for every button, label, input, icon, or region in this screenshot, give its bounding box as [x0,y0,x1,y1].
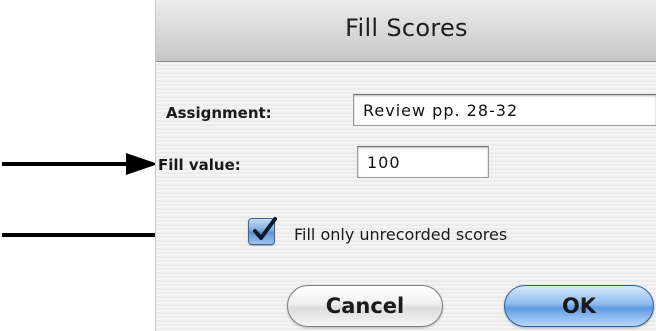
assignment-field[interactable] [353,94,656,126]
dialog-titlebar[interactable]: Fill Scores [156,0,656,62]
fill-value-field[interactable] [357,146,489,178]
fill-scores-dialog: Fill Scores Assignment: Fill value: Fill… [155,0,656,331]
fill-value-label: Fill value: [158,156,241,174]
assignment-label: Assignment: [166,104,272,122]
cancel-button[interactable]: Cancel [287,285,443,327]
fill-unrecorded-checkbox[interactable] [248,217,277,245]
fill-unrecorded-label[interactable]: Fill only unrecorded scores [294,225,507,244]
screenshot: Fill Scores Assignment: Fill value: Fill… [0,0,656,331]
ok-button[interactable]: OK [504,285,654,327]
right-arrow-icon [2,153,158,175]
checkmark-icon [253,217,277,240]
dialog-title: Fill Scores [345,14,468,42]
